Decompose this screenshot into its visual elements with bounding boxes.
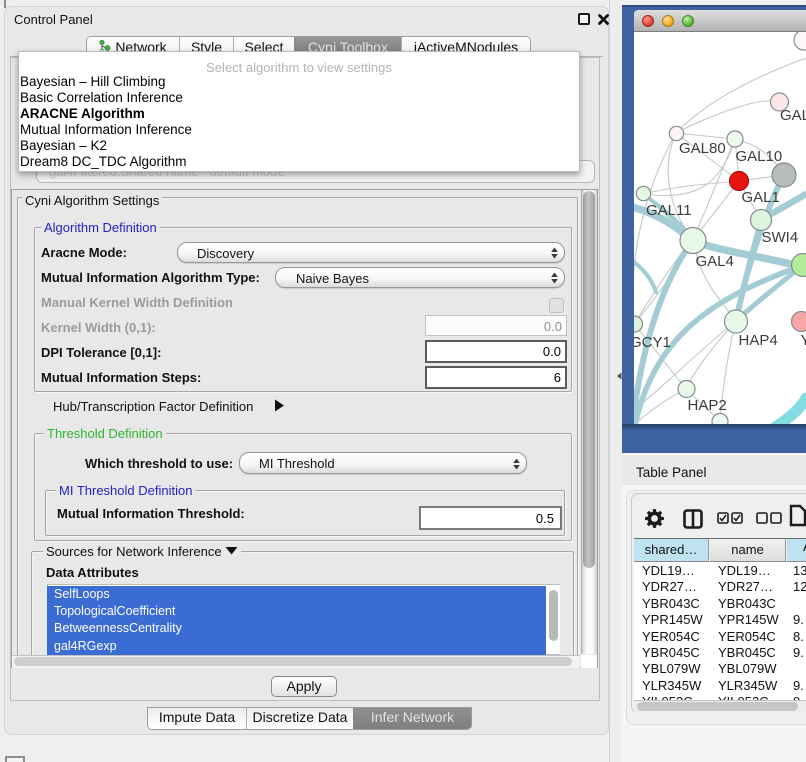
svg-text:SWI4: SWI4 [762, 229, 799, 246]
svg-text:HAP4: HAP4 [739, 332, 778, 349]
svg-text:HAP2: HAP2 [688, 397, 727, 414]
svg-text:GAL80: GAL80 [679, 140, 726, 157]
svg-text:Y: Y [801, 332, 806, 349]
svg-text:GAL: GAL [780, 107, 806, 124]
svg-text:GAL10: GAL10 [736, 148, 783, 165]
svg-text:GCY1: GCY1 [634, 334, 671, 351]
svg-text:GAL1: GAL1 [742, 189, 780, 206]
svg-text:GAL11: GAL11 [646, 202, 692, 219]
svg-text:GAL4: GAL4 [696, 253, 734, 270]
